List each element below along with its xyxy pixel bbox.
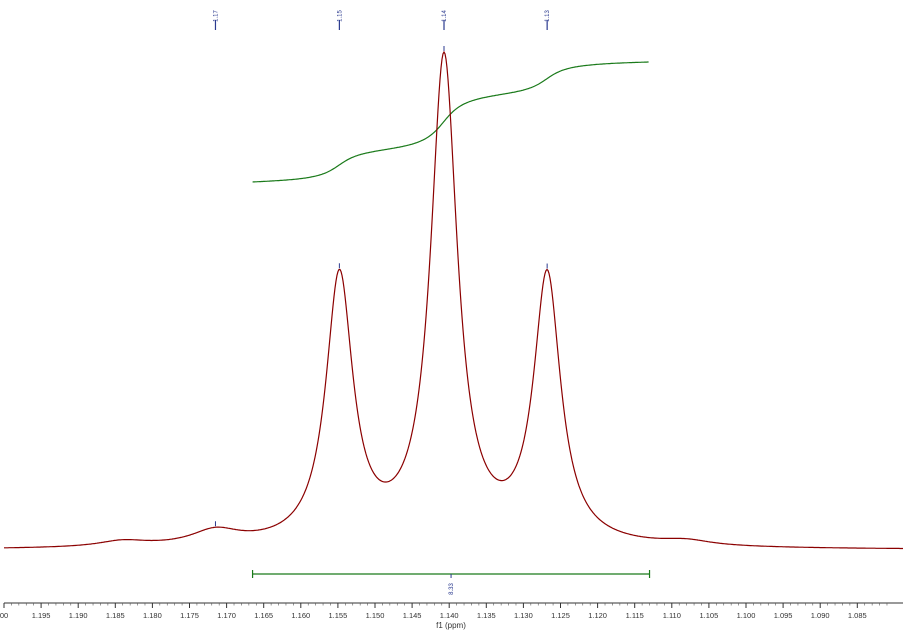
- x-tick-label: 1.145: [403, 611, 422, 620]
- x-tick-label: 1.090: [811, 611, 830, 620]
- integral-bar-layer: 8.33: [251, 570, 651, 595]
- x-tick-label: 1.115: [626, 611, 644, 620]
- peak-label: 1.13: [545, 10, 551, 22]
- x-tick-label: 1.180: [143, 611, 162, 620]
- x-tick-label: 1.120: [588, 611, 607, 620]
- x-tick-label: 1.130: [514, 611, 533, 620]
- x-axis-label: f1 (ppm): [436, 621, 466, 630]
- spectrum-line: [4, 50, 903, 550]
- x-tick-label: 1.195: [32, 611, 51, 620]
- x-tick-label: 1.140: [440, 611, 459, 620]
- x-tick-label: 1.095: [774, 611, 793, 620]
- x-tick-label: 1.160: [291, 611, 310, 620]
- peak-label: 1.14: [442, 10, 448, 22]
- integral-value-label: 8.33: [449, 583, 455, 595]
- peak-label: 1.15: [337, 10, 343, 22]
- peak-label: 1.17: [213, 10, 219, 22]
- x-tick-label: 1.085: [848, 611, 867, 620]
- x-tick-label: 1.165: [254, 611, 273, 620]
- nmr-spectrum-chart: 1.17 1.15 1.14 1.13 8.33 00 1.195 1.190 1.185 1…: [0, 10, 903, 630]
- x-tick-label: 1.190: [69, 611, 88, 620]
- x-tick-label: 1.185: [106, 611, 125, 620]
- x-tick-label: 00: [0, 611, 8, 620]
- x-tick-label: 1.125: [551, 611, 570, 620]
- peak-label-layer: 1.17 1.15 1.14 1.13: [213, 10, 551, 527]
- x-tick-label: 1.100: [737, 611, 756, 620]
- x-tick-label: 1.155: [329, 611, 348, 620]
- x-tick-label: 1.105: [700, 611, 719, 620]
- x-tick-label: 1.170: [217, 611, 236, 620]
- x-tick-layer: 00 1.195 1.190 1.185 1.180 1.175 1.170 1.165 1.1…: [0, 603, 888, 620]
- x-tick-label: 1.150: [366, 611, 385, 620]
- x-tick-label: 1.175: [180, 611, 199, 620]
- x-tick-label: 1.135: [477, 611, 496, 620]
- x-tick-label: 1.110: [663, 611, 681, 620]
